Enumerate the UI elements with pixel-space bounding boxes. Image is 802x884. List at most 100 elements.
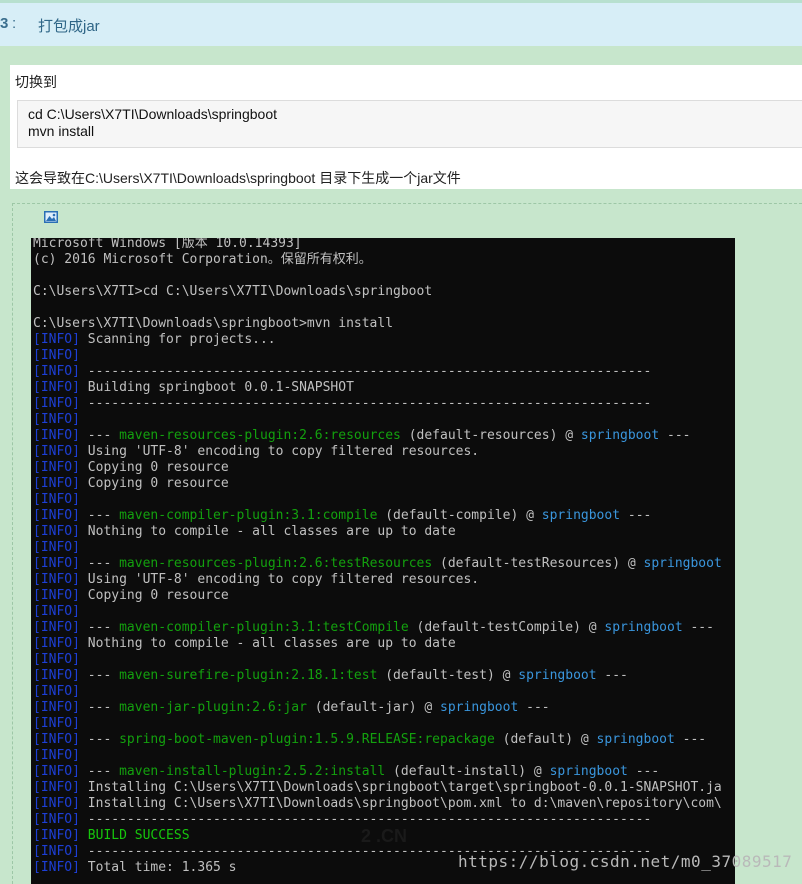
terminal-line: [INFO] Copying 0 resource [33,476,722,492]
terminal-line: [INFO] --- maven-surefire-plugin:2.18.1:… [33,668,722,684]
log-level: [INFO] [33,508,80,523]
log-text: (default-resources) @ [400,428,581,443]
result-text: 这会导致在C:\Users\X7TI\Downloads\springboot … [15,170,461,186]
log-text: Copying 0 resource [79,588,229,603]
project-name: springboot [549,764,628,779]
log-level: [INFO] [33,668,80,683]
log-level: [INFO] [33,396,80,411]
log-level: [INFO] [33,860,80,875]
log-level: [INFO] [33,844,80,859]
log-level: [INFO] [33,364,80,379]
log-text: --- [79,620,120,635]
terminal-line: [INFO] --- spring-boot-maven-plugin:1.5.… [33,732,722,748]
step-separator: : [12,15,17,32]
terminal-line: C:\Users\X7TI\Downloads\springboot>mvn i… [33,316,722,332]
terminal-line: [INFO] ---------------------------------… [33,396,722,412]
log-level: [INFO] [33,764,80,779]
log-text: ----------------------------------------… [79,812,652,827]
log-text: ----------------------------------------… [79,396,652,411]
log-text: (default-install) @ [385,764,550,779]
log-text: Copying 0 resource [79,460,229,475]
terminal-line: [INFO] Scanning for projects... [33,332,722,348]
log-level: [INFO] [33,796,80,811]
terminal-line: [INFO] --- maven-resources-plugin:2.6:re… [33,428,722,444]
terminal-line: Microsoft Windows [版本 10.0.14393] [33,238,722,252]
step-number: 3 [0,15,9,32]
terminal-line: [INFO] Installing C:\Users\X7TI\Download… [33,796,722,812]
log-text: --- [79,732,120,747]
log-text: Total time: 1.365 s [79,860,237,875]
log-text: Installing C:\Users\X7TI\Downloads\sprin… [79,780,722,795]
log-text: Using 'UTF-8' encoding to copy filtered … [79,572,480,587]
log-level: [INFO] [33,444,80,459]
project-name: springboot [580,428,660,443]
step-title: 打包成jar [38,18,100,35]
step-header: 3 : 打包成jar [0,0,802,46]
terminal-line: [INFO] --- maven-compiler-plugin:3.1:tes… [33,620,722,636]
log-text: --- [79,668,120,683]
log-text: BUILD SUCCESS [79,828,190,843]
log-text: --- [620,508,652,523]
terminal-line: [INFO] [33,684,722,700]
log-level: [INFO] [33,332,80,347]
terminal-line: [INFO] --- maven-jar-plugin:2.6:jar (def… [33,700,722,716]
code-line: mvn install [28,123,95,139]
plugin-name: spring-boot-maven-plugin:1.5.9.RELEASE:r… [119,732,495,747]
terminal-line: [INFO] ---------------------------------… [33,364,722,380]
terminal-line: [INFO] [33,412,722,428]
log-text: Copying 0 resource [79,476,229,491]
image-icon[interactable] [43,209,59,225]
log-level: [INFO] [33,492,80,507]
terminal-line: [INFO] [33,652,722,668]
log-level: [INFO] [33,748,80,763]
log-level: [INFO] [33,604,80,619]
log-text: --- [627,764,660,779]
log-text: --- [659,428,691,443]
log-level: [INFO] [33,716,80,731]
log-level: [INFO] [33,428,80,443]
log-text: (default-testCompile) @ [408,620,605,635]
terminal-line: C:\Users\X7TI>cd C:\Users\X7TI\Downloads… [33,284,722,300]
log-level: [INFO] [33,780,80,795]
log-text: --- [79,764,120,779]
log-level: [INFO] [33,524,80,539]
embedded-watermark: 2 .CN [361,826,408,846]
terminal-output: Microsoft Windows [版本 10.0.14393] (c) 201… [33,238,722,876]
terminal-line: [INFO] Nothing to compile - all classes … [33,636,722,652]
log-level: [INFO] [33,588,80,603]
log-text: --- [518,700,550,715]
log-text: ----------------------------------------… [79,364,652,379]
terminal-line: [INFO] [33,748,722,764]
log-text: --- [79,556,120,571]
log-level: [INFO] [33,812,80,827]
project-name: springboot [596,732,675,747]
plugin-name: maven-install-plugin:2.5.2:install [119,764,386,779]
log-level: [INFO] [33,460,80,475]
terminal-line: [INFO] [33,540,722,556]
terminal-line: [INFO] --- maven-compiler-plugin:3.1:com… [33,508,722,524]
terminal-line: [INFO] [33,604,722,620]
log-text: (default-jar) @ [306,700,441,715]
code-block: cd C:\Users\X7TI\Downloads\springboot mv… [17,100,802,148]
terminal-line: [INFO] [33,492,722,508]
terminal-line: [INFO] [33,716,722,732]
project-name: springboot [518,668,597,683]
log-text: Building springboot 0.0.1-SNAPSHOT [79,380,354,395]
log-level: [INFO] [33,380,80,395]
log-text: Nothing to compile - all classes are up … [79,524,456,539]
log-text: --- [682,620,714,635]
plugin-name: maven-compiler-plugin:3.1:testCompile [119,620,409,635]
terminal-line: [INFO] Using 'UTF-8' encoding to copy fi… [33,444,722,460]
log-level: [INFO] [33,636,80,651]
log-level: [INFO] [33,684,80,699]
log-level: [INFO] [33,556,80,571]
terminal-line: [INFO] --- maven-install-plugin:2.5.2:in… [33,764,722,780]
log-level: [INFO] [33,732,80,747]
log-text: (c) 2016 Microsoft Corporation。保留所有权利。 [33,252,372,267]
log-level: [INFO] [33,348,80,363]
terminal-line: [INFO] Nothing to compile - all classes … [33,524,722,540]
project-name: springboot [604,620,683,635]
terminal-line: (c) 2016 Microsoft Corporation。保留所有权利。 [33,252,722,268]
terminal-line: [INFO] --- maven-resources-plugin:2.6:te… [33,556,722,572]
